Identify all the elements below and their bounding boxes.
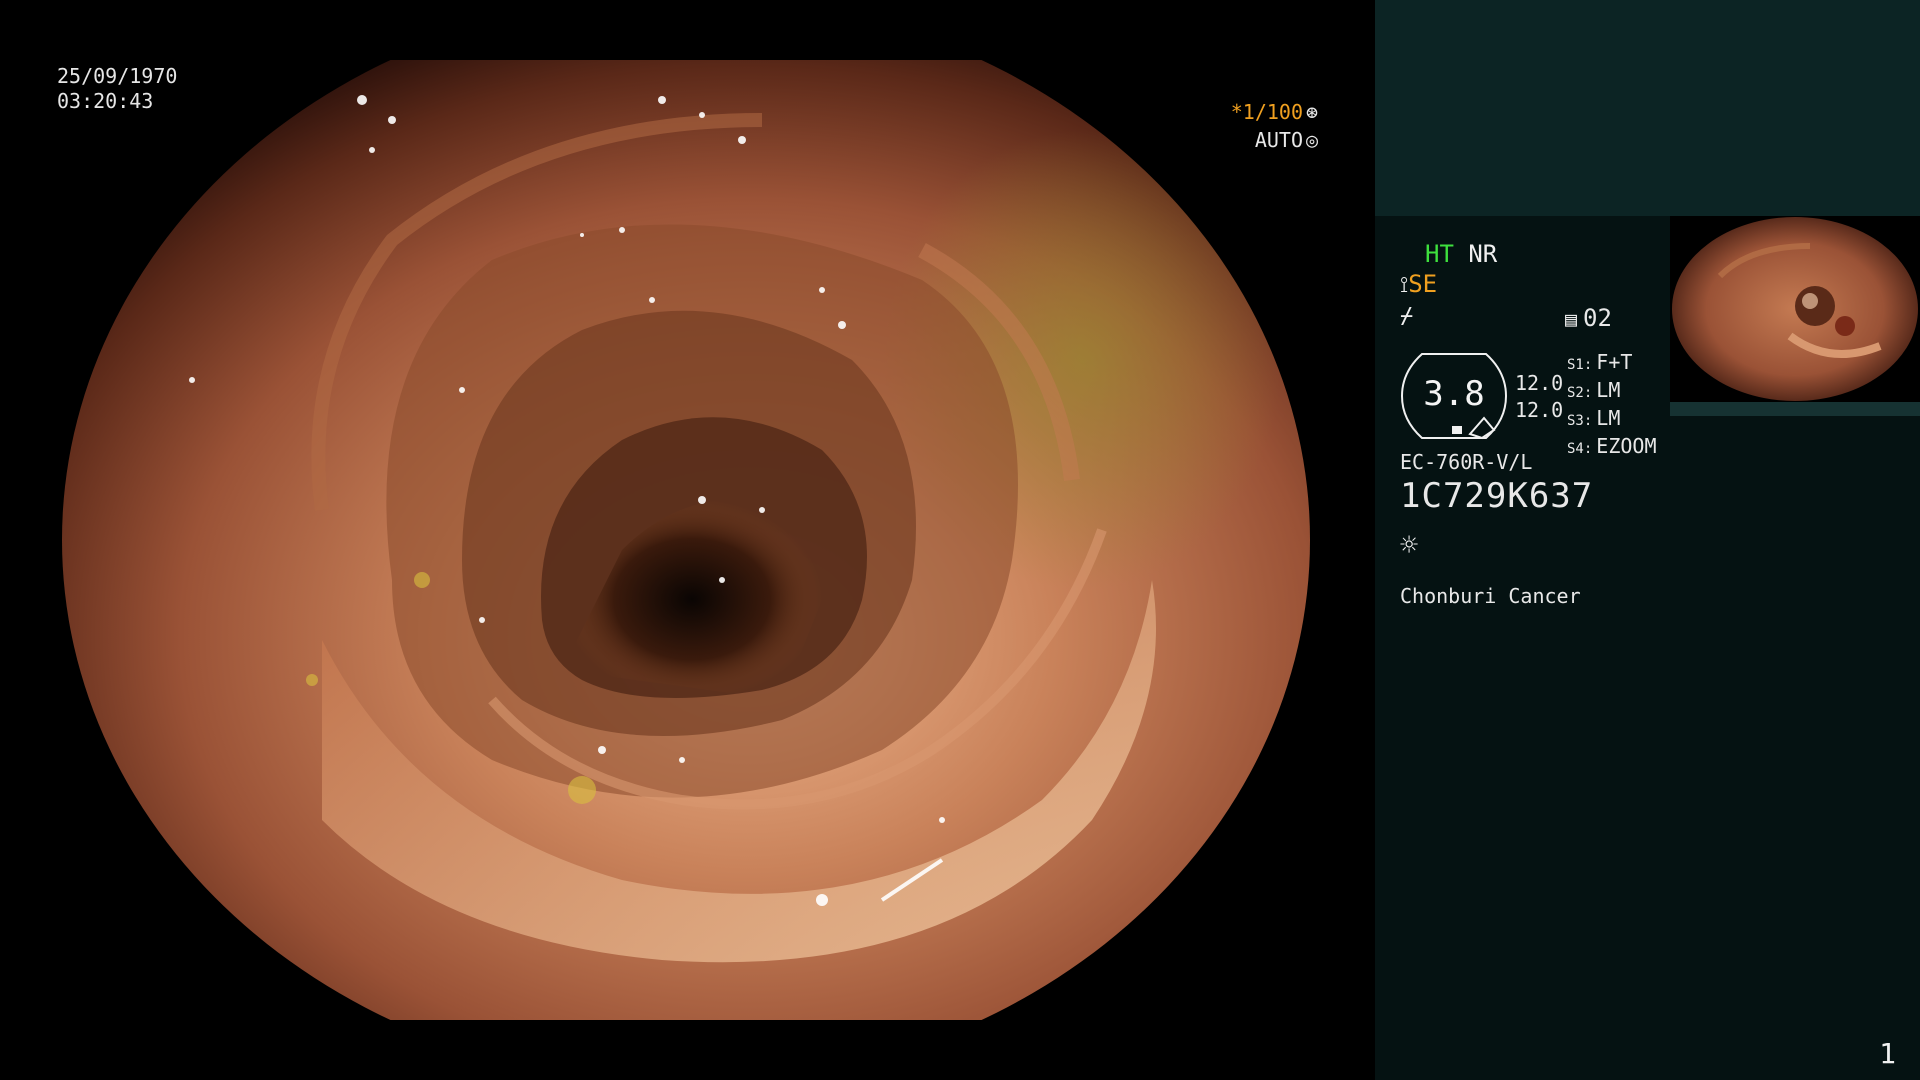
se-label: SE: [1408, 270, 1438, 298]
serial-number: 1C729K637: [1400, 476, 1594, 516]
pip-image: [1670, 216, 1920, 402]
zoom-badge: 3.8: [1400, 352, 1508, 440]
switch-assignments: S1: F+T S2: LM S3: LM S4: EZOOM: [1567, 350, 1657, 462]
date-time-readout: 25/09/1970 03:20:43: [57, 64, 177, 114]
light-source-icon: ☼: [1400, 528, 1419, 563]
memory-index: 02: [1583, 304, 1612, 332]
page-number: 1: [1879, 1037, 1896, 1070]
date-text: 25/09/1970: [57, 64, 178, 88]
pip-status-bar: [1670, 402, 1920, 416]
structure-enhancement-icon: ⟟: [1400, 273, 1409, 298]
memory-status: ▤ 02: [1565, 304, 1612, 332]
endoscopic-image: [62, 60, 1310, 1020]
picture-in-picture: [1670, 216, 1920, 416]
hospital-name: Chonburi Cancer: [1400, 584, 1581, 608]
dual-readout: 12.0 12.0: [1515, 370, 1563, 424]
iris-mode-text: AUTO: [1254, 128, 1303, 152]
panel-header: [1375, 0, 1920, 216]
switch-row: S4: EZOOM: [1567, 434, 1657, 458]
switch-row: S2: LM: [1567, 378, 1621, 402]
zoom-ratio: 3.8: [1423, 374, 1485, 414]
dual-value-2: 12.0: [1515, 398, 1564, 422]
time-text: 03:20:43: [57, 89, 154, 113]
info-panel: HT NR ⟟SE ⌿ ▤ 02 3.8 12.0 12.0 S1: F+T S2:…: [1375, 0, 1920, 1080]
enhancement-status: HT NR: [1425, 240, 1497, 268]
aperture-icon: ⊛: [1305, 100, 1319, 124]
memory-card-icon: ▤: [1565, 307, 1578, 331]
endoscope-viewport: 25/09/1970 03:20:43 *1/100 ⊛ AUTO ◎: [0, 0, 1375, 1080]
scope-model: EC-760R-V/L: [1400, 450, 1533, 474]
dual-value-1: 12.0: [1515, 371, 1564, 395]
shutter-speed-text: *1/100: [1230, 100, 1303, 124]
switch-row: S1: F+T: [1567, 350, 1633, 374]
iris-icon: ◎: [1305, 128, 1319, 152]
structure-enhancement: ⟟SE: [1400, 270, 1437, 298]
ht-label: HT: [1425, 240, 1454, 268]
exposure-readout: *1/100 ⊛ AUTO ◎: [1231, 98, 1321, 154]
nr-label: NR: [1468, 240, 1498, 268]
color-mode-icon: ⌿: [1400, 304, 1414, 329]
switch-row: S3: LM: [1567, 406, 1621, 430]
